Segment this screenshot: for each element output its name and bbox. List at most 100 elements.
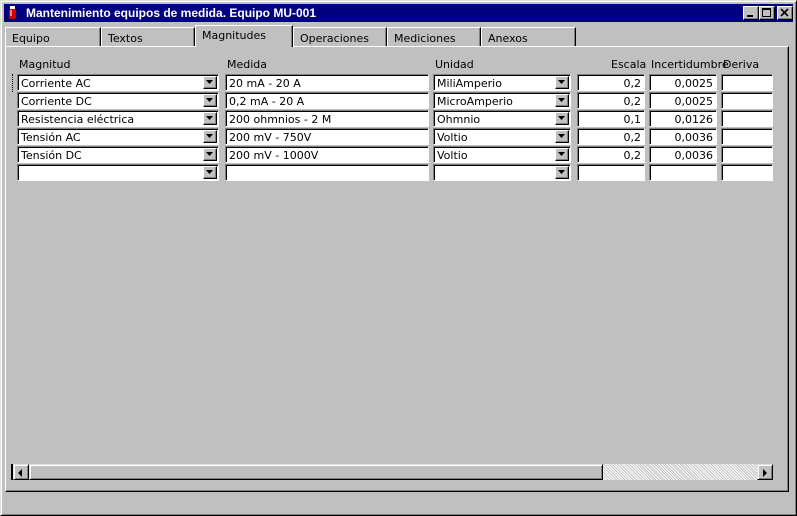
- deriva-field[interactable]: [721, 92, 773, 109]
- deriva-field[interactable]: [721, 110, 773, 127]
- close-button[interactable]: [777, 6, 793, 20]
- tab-equipo[interactable]: Equipo: [5, 27, 101, 47]
- dropdown-button[interactable]: [555, 94, 569, 107]
- chevron-down-icon: [558, 98, 565, 102]
- maximize-button[interactable]: [759, 6, 775, 20]
- minimize-button[interactable]: [743, 6, 759, 20]
- window-title: Mantenimiento equipos de medida. Equipo …: [26, 6, 317, 20]
- medida-field[interactable]: 200 mV - 750V: [225, 128, 429, 145]
- chevron-down-icon: [206, 152, 213, 156]
- medida-field[interactable]: [225, 164, 429, 181]
- dropdown-button[interactable]: [555, 76, 569, 89]
- escala-field[interactable]: [577, 164, 645, 181]
- maximize-icon: [762, 8, 771, 17]
- escala-field[interactable]: 0,2: [577, 74, 645, 91]
- incertidumbre-value: 0,0036: [674, 149, 714, 162]
- header-unidad: Unidad: [435, 58, 474, 71]
- arrow-left-icon: [18, 469, 22, 477]
- escala-field[interactable]: 0,2: [577, 146, 645, 163]
- medida-field[interactable]: 200 ohmnios - 2 M: [225, 110, 429, 127]
- minimize-icon: [747, 15, 753, 17]
- unidad-select[interactable]: [433, 164, 571, 181]
- magnitud-value: Corriente DC: [21, 95, 92, 108]
- deriva-field[interactable]: [721, 164, 773, 181]
- dropdown-button[interactable]: [555, 166, 569, 179]
- tab-operaciones[interactable]: Operaciones: [293, 27, 387, 47]
- magnitud-select[interactable]: Tensión DC: [17, 146, 219, 163]
- incertidumbre-value: 0,0025: [674, 77, 714, 90]
- incertidumbre-field[interactable]: 0,0036: [649, 146, 717, 163]
- medida-field[interactable]: 0,2 mA - 20 A: [225, 92, 429, 109]
- magnitud-value: Tensión DC: [21, 149, 82, 162]
- medida-field[interactable]: 20 mA - 20 A: [225, 74, 429, 91]
- tab-magnitudes[interactable]: Magnitudes: [195, 25, 293, 47]
- magnitud-select[interactable]: Resistencia eléctrica: [17, 110, 219, 127]
- medida-value: 20 mA - 20 A: [229, 77, 301, 90]
- medida-value: 200 mV - 750V: [229, 131, 312, 144]
- tab-label: Anexos: [488, 32, 528, 45]
- incertidumbre-field[interactable]: 0,0025: [649, 92, 717, 109]
- arrow-right-icon: [763, 469, 767, 477]
- tab-label: Mediciones: [394, 32, 456, 45]
- magnitud-select[interactable]: [17, 164, 219, 181]
- tab-label: Operaciones: [300, 32, 369, 45]
- dropdown-button[interactable]: [203, 112, 217, 125]
- header-incertidumbre: Incertidumbre: [651, 58, 729, 71]
- tab-label: Textos: [108, 32, 143, 45]
- unidad-select[interactable]: Ohmnio: [433, 110, 571, 127]
- dropdown-button[interactable]: [203, 94, 217, 107]
- medida-value: 0,2 mA - 20 A: [229, 95, 305, 108]
- unidad-select[interactable]: Voltio: [433, 146, 571, 163]
- chevron-down-icon: [558, 134, 565, 138]
- escala-field[interactable]: 0,2: [577, 128, 645, 145]
- medida-value: 200 ohmnios - 2 M: [229, 113, 332, 126]
- tab-anexos[interactable]: Anexos: [481, 27, 576, 47]
- deriva-field[interactable]: [721, 74, 773, 91]
- magnitud-select[interactable]: Corriente AC: [17, 74, 219, 91]
- medida-value: 200 mV - 1000V: [229, 149, 319, 162]
- unidad-select[interactable]: MicroAmperio: [433, 92, 571, 109]
- chevron-down-icon: [558, 152, 565, 156]
- incertidumbre-field[interactable]: 0,0126: [649, 110, 717, 127]
- deriva-field[interactable]: [721, 146, 773, 163]
- scroll-left-button[interactable]: [13, 464, 29, 480]
- incertidumbre-value: 0,0036: [674, 131, 714, 144]
- unidad-select[interactable]: MiliAmperio: [433, 74, 571, 91]
- scroll-right-button[interactable]: [757, 464, 773, 480]
- horizontal-scrollbar[interactable]: [13, 464, 773, 480]
- escala-field[interactable]: 0,2: [577, 92, 645, 109]
- deriva-field[interactable]: [721, 128, 773, 145]
- magnitud-select[interactable]: Tensión AC: [17, 128, 219, 145]
- title-bar[interactable]: Mantenimiento equipos de medida. Equipo …: [4, 4, 793, 22]
- unidad-value: MiliAmperio: [437, 77, 502, 90]
- dropdown-button[interactable]: [203, 76, 217, 89]
- magnitud-value: Tensión AC: [21, 131, 81, 144]
- magnitud-value: Corriente AC: [21, 77, 91, 90]
- header-medida: Medida: [227, 58, 268, 71]
- chevron-down-icon: [558, 170, 565, 174]
- escala-value: 0,2: [623, 149, 642, 162]
- tab-label: Magnitudes: [202, 29, 267, 42]
- scroll-thumb[interactable]: [29, 464, 603, 480]
- escala-value: 0,2: [623, 77, 642, 90]
- incertidumbre-field[interactable]: 0,0025: [649, 74, 717, 91]
- chevron-down-icon: [558, 116, 565, 120]
- dropdown-button[interactable]: [555, 112, 569, 125]
- magnitud-select[interactable]: Corriente DC: [17, 92, 219, 109]
- app-window: Mantenimiento equipos de medida. Equipo …: [0, 0, 797, 516]
- incertidumbre-field[interactable]: 0,0036: [649, 128, 717, 145]
- dropdown-button[interactable]: [203, 130, 217, 143]
- dropdown-button[interactable]: [555, 148, 569, 161]
- incertidumbre-field[interactable]: [649, 164, 717, 181]
- dropdown-button[interactable]: [203, 166, 217, 179]
- tab-textos[interactable]: Textos: [101, 27, 195, 47]
- dropdown-button[interactable]: [203, 148, 217, 161]
- dropdown-button[interactable]: [555, 130, 569, 143]
- medida-field[interactable]: 200 mV - 1000V: [225, 146, 429, 163]
- unidad-select[interactable]: Voltio: [433, 128, 571, 145]
- escala-field[interactable]: 0,1: [577, 110, 645, 127]
- tab-mediciones[interactable]: Mediciones: [387, 27, 481, 47]
- incertidumbre-value: 0,0025: [674, 95, 714, 108]
- header-deriva: Deriva: [723, 58, 760, 71]
- escala-value: 0,1: [623, 113, 642, 126]
